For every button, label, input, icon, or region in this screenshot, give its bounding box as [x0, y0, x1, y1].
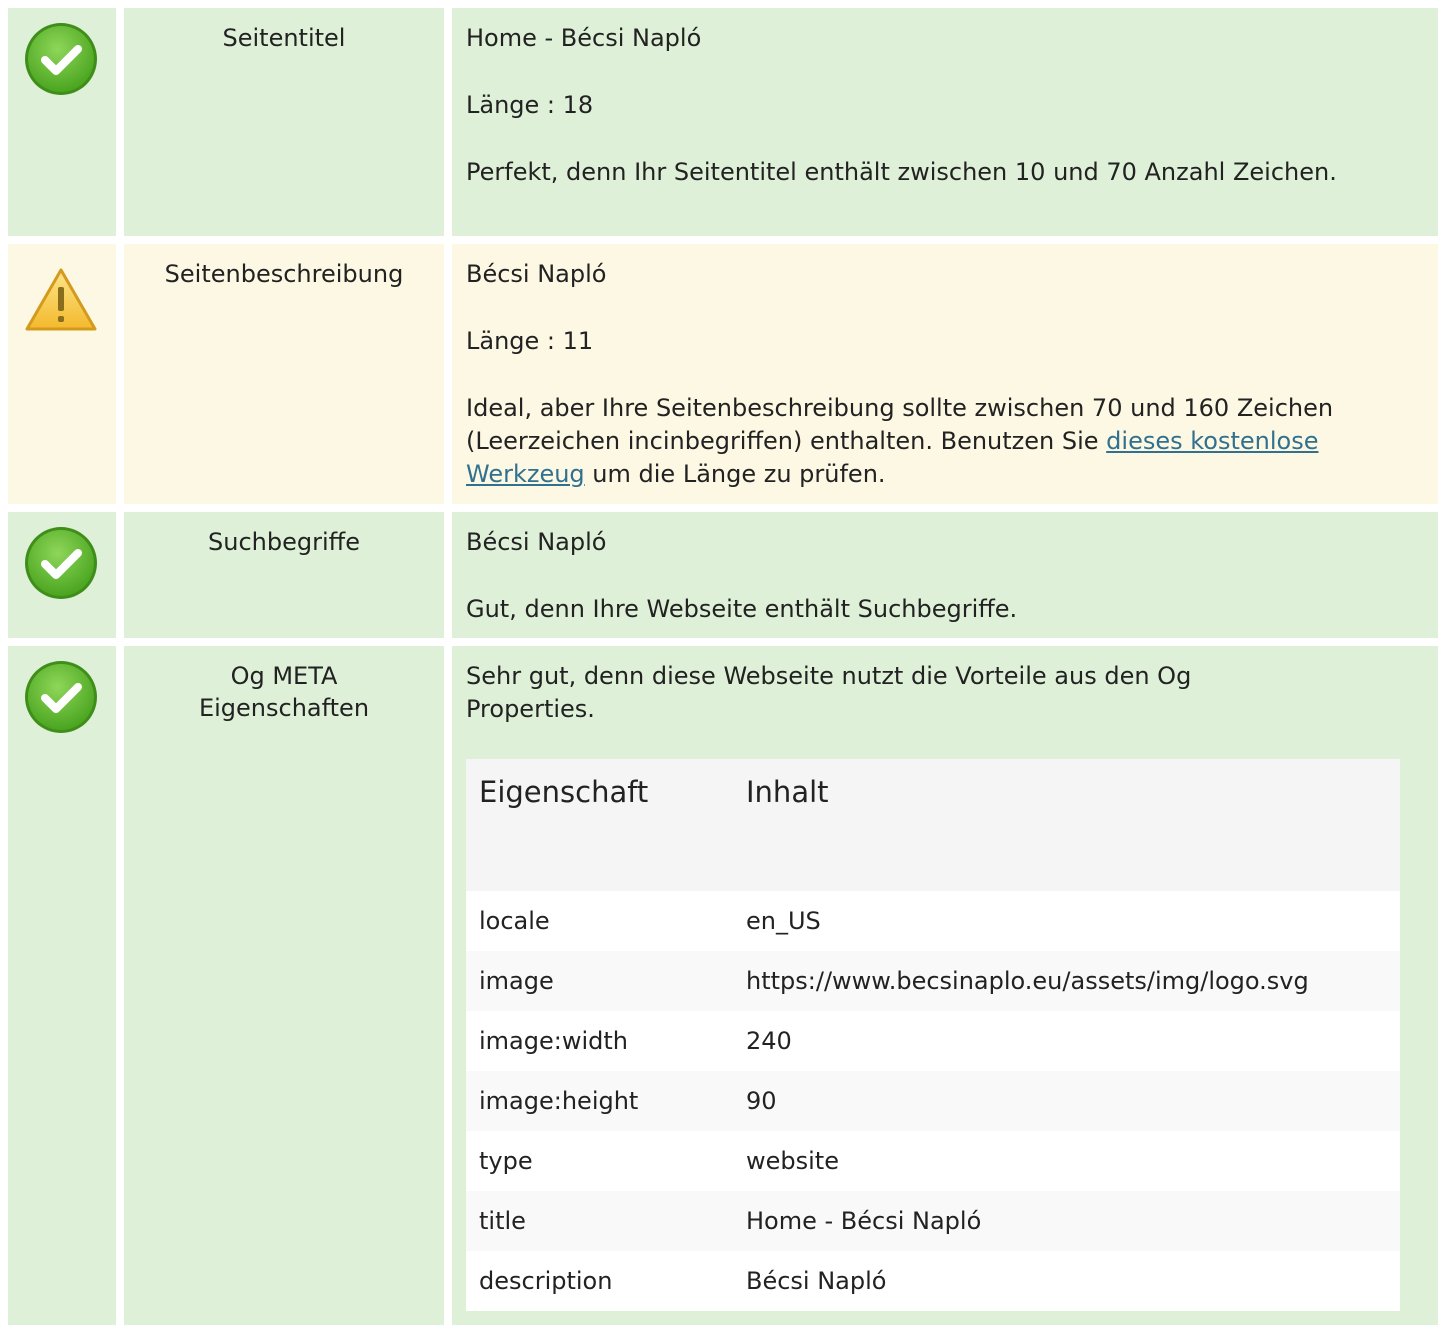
result-message: Perfekt, denn Ihr Seitentitel enthält zw… [466, 158, 1337, 186]
table-row: locale en_US [466, 891, 1400, 951]
row-label: Suchbegriffe [124, 512, 444, 638]
result-row-keywords: Suchbegriffe Bécsi Napló Gut, denn Ihre … [0, 512, 1445, 638]
property-name: type [479, 1147, 533, 1175]
table-body: locale en_US image https://www.becsinapl… [466, 891, 1400, 1311]
result-message: Gut, denn Ihre Webseite enthält Suchbegr… [466, 595, 1018, 623]
check-circle-icon [25, 527, 97, 599]
status-cell [8, 8, 116, 236]
property-value: 240 [746, 1027, 792, 1055]
header-content: Inhalt [746, 775, 829, 809]
property-value: Home - Bécsi Napló [746, 1207, 982, 1235]
property-value: website [746, 1147, 839, 1175]
og-properties-table: Eigenschaft Inhalt locale en_US image ht… [466, 759, 1400, 1311]
header-property: Eigenschaft [479, 775, 649, 809]
length-text: Länge : 18 [466, 91, 594, 119]
property-value: en_US [746, 907, 821, 935]
property-name: image:width [479, 1027, 628, 1055]
table-row: type website [466, 1131, 1400, 1191]
table-header: Eigenschaft Inhalt [466, 759, 1400, 891]
length-text: Länge : 11 [466, 327, 594, 355]
row-content: Bécsi Napló Länge : 11 Ideal, aber Ihre … [452, 244, 1438, 504]
warning-triangle-icon [25, 268, 97, 331]
result-message: Ideal, aber Ihre Seitenbeschreibung soll… [466, 392, 1424, 491]
status-cell [8, 512, 116, 638]
table-row: title Home - Bécsi Napló [466, 1191, 1400, 1251]
result-row-page-description: Seitenbeschreibung Bécsi Napló Länge : 1… [0, 244, 1445, 504]
row-content: Sehr gut, denn diese Webseite nutzt die … [452, 646, 1438, 1325]
property-value: Bécsi Napló [746, 1267, 887, 1295]
table-row: description Bécsi Napló [466, 1251, 1400, 1311]
table-row: image:width 240 [466, 1011, 1400, 1071]
message-text-after: um die Länge zu prüfen. [584, 460, 886, 488]
row-label: Og META Eigenschaften [124, 646, 444, 1325]
table-row: image:height 90 [466, 1071, 1400, 1131]
property-name: locale [479, 907, 550, 935]
result-row-og-meta: Og META Eigenschaften Sehr gut, denn die… [0, 646, 1445, 1325]
keywords-value: Bécsi Napló [466, 528, 607, 556]
result-row-page-title: Seitentitel Home - Bécsi Napló Länge : 1… [0, 8, 1445, 236]
row-content: Bécsi Napló Gut, denn Ihre Webseite enth… [452, 512, 1438, 638]
property-name: image [479, 967, 554, 995]
result-message: Sehr gut, denn diese Webseite nutzt die … [466, 662, 1192, 723]
table-row: image https://www.becsinaplo.eu/assets/i… [466, 951, 1400, 1011]
check-circle-icon [25, 23, 97, 95]
page-title-value: Home - Bécsi Napló [466, 24, 702, 52]
row-label: Seitenbeschreibung [124, 244, 444, 504]
check-circle-icon [25, 661, 97, 733]
seo-report: Seitentitel Home - Bécsi Napló Länge : 1… [0, 0, 1445, 1325]
property-value: 90 [746, 1087, 777, 1115]
property-name: description [479, 1267, 613, 1295]
status-cell [8, 646, 116, 1325]
page-description-value: Bécsi Napló [466, 260, 607, 288]
og-meta-label: Og META Eigenschaften [198, 662, 370, 722]
row-label: Seitentitel [124, 8, 444, 236]
property-name: title [479, 1207, 526, 1235]
status-cell [8, 244, 116, 504]
property-name: image:height [479, 1087, 639, 1115]
row-content: Home - Bécsi Napló Länge : 18 Perfekt, d… [452, 8, 1438, 236]
property-value: https://www.becsinaplo.eu/assets/img/log… [746, 967, 1309, 995]
